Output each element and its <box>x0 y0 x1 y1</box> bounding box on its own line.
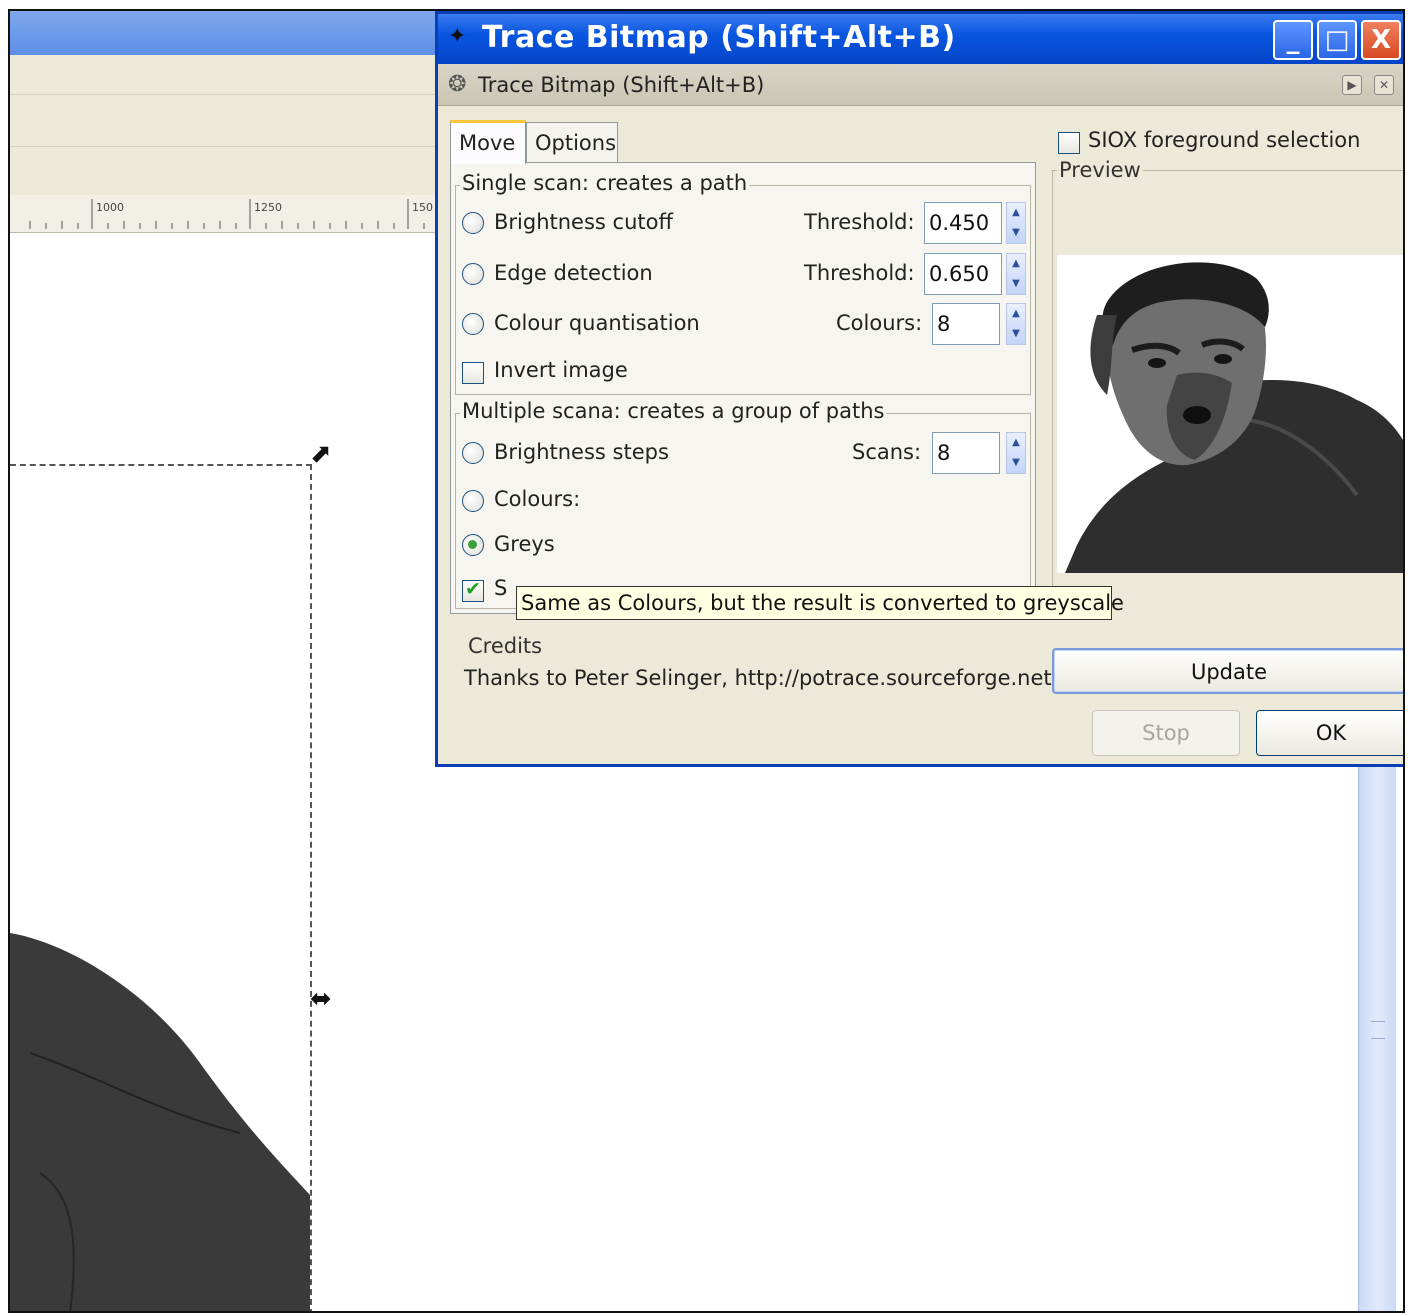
spin-up-icon[interactable]: ▲ <box>1007 203 1025 223</box>
brightness-threshold-spinner[interactable]: ▲ ▼ <box>1006 202 1026 244</box>
inkscape-toolbar <box>10 95 440 147</box>
edge-detection-radio[interactable] <box>462 263 484 285</box>
maximize-button[interactable]: □ <box>1317 20 1357 60</box>
ruler-label: 1000 <box>96 201 124 214</box>
traced-shoulder-shape[interactable] <box>10 933 320 1313</box>
dialog-body: ❂ Trace Bitmap (Shift+Alt+B) ▶ ✕ Move Op… <box>438 64 1403 764</box>
move-tab-panel: Single scan: creates a path Brightness c… <box>450 162 1036 614</box>
scans-spinner[interactable]: ▲ ▼ <box>1006 432 1026 474</box>
siox-checkbox[interactable] <box>1058 132 1080 154</box>
tab-move[interactable]: Move <box>450 120 526 164</box>
resize-handle-side-icon[interactable]: ⬌ <box>310 986 332 1012</box>
resize-handle-corner-icon[interactable]: ⬈ <box>310 441 332 467</box>
multiple-scans-title: Multiple scana: creates a group of paths <box>460 399 887 423</box>
greys-label: Greys <box>494 532 555 556</box>
spin-down-icon[interactable]: ▼ <box>1007 274 1025 294</box>
brightness-threshold-label: Threshold: <box>804 210 915 234</box>
colours-label: Colours: <box>494 487 581 511</box>
credits-text: Thanks to Peter Selinger, http://potrace… <box>464 666 1052 690</box>
brightness-steps-radio[interactable] <box>462 442 484 464</box>
dock-header: ❂ Trace Bitmap (Shift+Alt+B) ▶ ✕ <box>438 64 1403 106</box>
inkscape-menubar <box>10 55 440 95</box>
colours-count-input[interactable]: 8 <box>932 303 1000 345</box>
selection-bbox-top <box>10 464 312 466</box>
ruler-label: 1250 <box>254 201 282 214</box>
scans-label: Scans: <box>852 440 922 464</box>
brightness-threshold-input[interactable]: 0.450 <box>924 202 1002 244</box>
screenshot-frame: 1000 1250 150 ⬈ ⬌ ✦ Trace Bitmap (Shift+… <box>8 9 1405 1313</box>
spin-down-icon[interactable]: ▼ <box>1007 453 1025 473</box>
maximize-icon: □ <box>1324 25 1350 55</box>
stop-button[interactable]: Stop <box>1092 710 1240 756</box>
ruler-label: 150 <box>412 201 433 214</box>
trace-bitmap-dialog: ✦ Trace Bitmap (Shift+Alt+B) _ □ X ❂ Tra… <box>435 11 1403 767</box>
invert-image-checkbox[interactable] <box>462 362 484 384</box>
close-icon: X <box>1370 25 1392 55</box>
edge-threshold-label: Threshold: <box>804 261 915 285</box>
multiple-scans-group: Multiple scana: creates a group of paths… <box>455 399 1031 609</box>
vertical-scrollbar[interactable] <box>1358 761 1396 1311</box>
edge-threshold-input[interactable]: 0.650 <box>924 253 1002 295</box>
inkscape-tool-controls <box>10 147 440 195</box>
invert-image-label: Invert image <box>494 358 628 382</box>
single-scan-group: Single scan: creates a path Brightness c… <box>455 171 1031 395</box>
preview-image <box>1057 255 1403 573</box>
brightness-steps-label: Brightness steps <box>494 440 669 464</box>
colour-quantisation-label: Colour quantisation <box>494 311 700 335</box>
traced-portrait-preview <box>1057 255 1403 573</box>
preview-frame: Preview <box>1052 158 1403 588</box>
credits-title: Credits <box>468 634 543 658</box>
horizontal-ruler: 1000 1250 150 <box>10 195 440 233</box>
edge-threshold-spinner[interactable]: ▲ ▼ <box>1006 253 1026 295</box>
colours-radio[interactable] <box>462 490 484 512</box>
spin-up-icon[interactable]: ▲ <box>1007 304 1025 324</box>
greys-tooltip: Same as Colours, but the result is conve… <box>516 586 1124 620</box>
inkscape-app-icon: ✦ <box>448 24 467 49</box>
spin-up-icon[interactable]: ▲ <box>1007 254 1025 274</box>
minimize-button[interactable]: _ <box>1273 20 1313 60</box>
smooth-label: S <box>494 576 508 600</box>
edge-detection-label: Edge detection <box>494 261 653 285</box>
spin-down-icon[interactable]: ▼ <box>1007 324 1025 344</box>
preview-title: Preview <box>1057 158 1143 182</box>
spin-down-icon[interactable]: ▼ <box>1007 223 1025 243</box>
brightness-cutoff-label: Brightness cutoff <box>494 210 673 234</box>
siox-label: SIOX foreground selection <box>1088 128 1361 152</box>
colours-count-spinner[interactable]: ▲ ▼ <box>1006 303 1026 345</box>
minimize-icon: _ <box>1286 25 1300 55</box>
spin-up-icon[interactable]: ▲ <box>1007 433 1025 453</box>
dock-iconify-button[interactable]: ▶ <box>1342 75 1362 95</box>
colours-count-label: Colours: <box>836 311 923 335</box>
trace-bitmap-icon: ❂ <box>448 72 467 97</box>
smooth-checkbox[interactable] <box>462 578 484 602</box>
scrollbar-grip[interactable] <box>1371 1021 1385 1039</box>
ok-button[interactable]: OK <box>1256 710 1403 756</box>
single-scan-title: Single scan: creates a path <box>460 171 750 195</box>
scans-input[interactable]: 8 <box>932 432 1000 474</box>
dock-title: Trace Bitmap (Shift+Alt+B) <box>478 73 765 97</box>
selection-bbox-right <box>310 464 312 1311</box>
greys-radio[interactable] <box>462 534 484 556</box>
close-button[interactable]: X <box>1361 20 1401 60</box>
brightness-cutoff-radio[interactable] <box>462 212 484 234</box>
tab-options[interactable]: Options <box>526 122 618 164</box>
dialog-title: Trace Bitmap (Shift+Alt+B) <box>482 20 956 55</box>
colour-quantisation-radio[interactable] <box>462 313 484 335</box>
update-button[interactable]: Update <box>1052 648 1403 694</box>
ruler-ticks <box>29 199 425 229</box>
dialog-titlebar[interactable]: ✦ Trace Bitmap (Shift+Alt+B) _ □ X <box>438 14 1403 64</box>
dock-close-button[interactable]: ✕ <box>1374 75 1394 95</box>
